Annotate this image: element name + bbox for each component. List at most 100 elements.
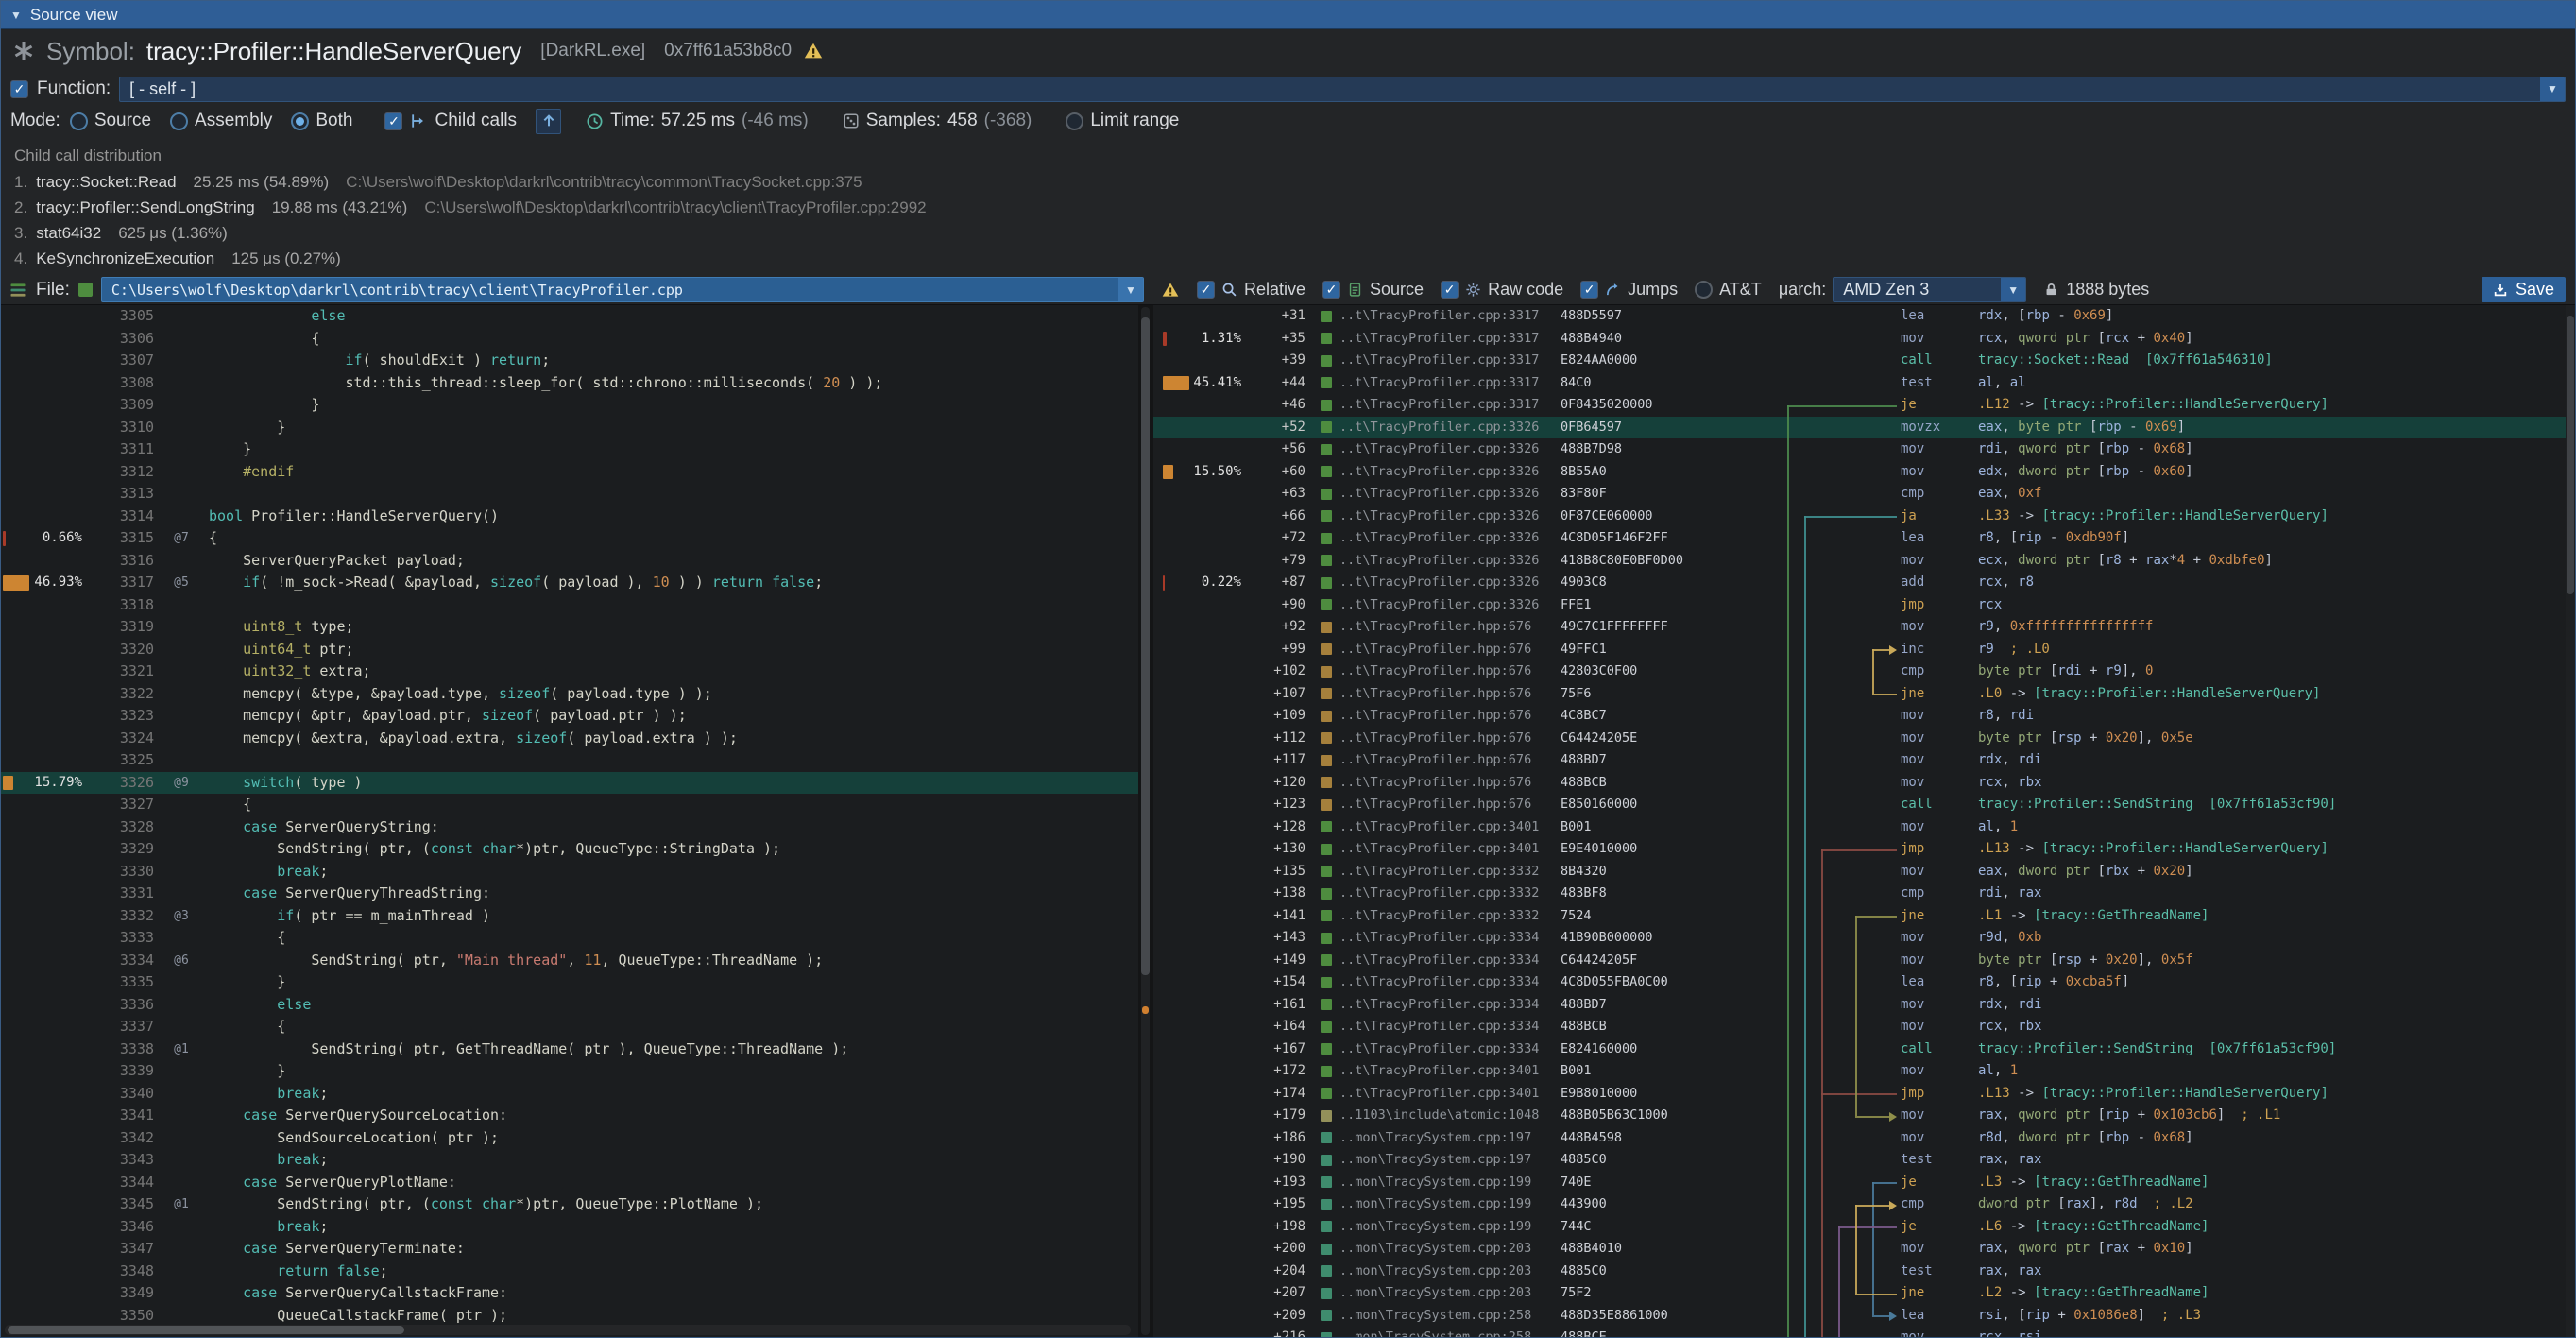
mode-option-source[interactable]: Source [70,111,151,131]
asm-row-102[interactable]: +102..t\TracyProfiler.hpp:67642803C0F00c… [1153,660,2566,683]
asm-row-35[interactable]: 1.31%+35..t\TracyProfiler.cpp:3317488B49… [1153,328,2566,351]
asm-row-164[interactable]: +164..t\TracyProfiler.cpp:3334488BCBmovr… [1153,1016,2566,1038]
asm-row-209[interactable]: +209..mon\TracySystem.cpp:258488D35E8861… [1153,1305,2566,1328]
source-line-3324[interactable]: 3324 memcpy( &extra, &payload.extra, siz… [1,728,1138,750]
asm-source-location[interactable]: ..t\TracyProfiler.cpp:3317 [1305,328,1561,351]
collapse-caret-icon[interactable]: ▼ [10,9,22,22]
asm-row-200[interactable]: +200..mon\TracySystem.cpp:203488B4010mov… [1153,1238,2566,1261]
vertical-scrollbar[interactable] [1141,307,1150,1335]
source-line-3316[interactable]: 3316 ServerQueryPacket payload; [1,550,1138,573]
assembly-scrollbar[interactable] [2566,305,2575,1337]
asm-source-location[interactable]: ..t\TracyProfiler.hpp:676 [1305,660,1561,683]
asm-row-135[interactable]: +135..t\TracyProfiler.cpp:33328B4320move… [1153,861,2566,883]
asm-row-109[interactable]: +109..t\TracyProfiler.hpp:6764C8BC7movr8… [1153,705,2566,728]
asm-source-location[interactable]: ..t\TracyProfiler.cpp:3326 [1305,461,1561,484]
source-line-3345[interactable]: 3345@1 SendString( ptr, (const char*)ptr… [1,1193,1138,1216]
asm-source-location[interactable]: ..t\TracyProfiler.hpp:676 [1305,683,1561,706]
asm-row-174[interactable]: +174..t\TracyProfiler.cpp:3401E9B8010000… [1153,1083,2566,1106]
asm-source-location[interactable]: ..t\TracyProfiler.hpp:676 [1305,772,1561,795]
asm-row-193[interactable]: +193..mon\TracySystem.cpp:199740Eje.L3 -… [1153,1172,2566,1194]
source-line-3320[interactable]: 3320 uint64_t ptr; [1,639,1138,661]
source-line-3305[interactable]: 3305 else [1,305,1138,328]
asm-row-112[interactable]: +112..t\TracyProfiler.hpp:676C64424205Em… [1153,728,2566,750]
asm-source-location[interactable]: ..mon\TracySystem.cpp:258 [1305,1305,1561,1328]
asm-source-location[interactable]: ..t\TracyProfiler.cpp:3317 [1305,372,1561,395]
asm-row-92[interactable]: +92..t\TracyProfiler.hpp:67649C7C1FFFFFF… [1153,616,2566,639]
file-select[interactable]: C:\Users\wolf\Desktop\darkrl\contrib\tra… [101,277,1144,302]
asm-row-39[interactable]: +39..t\TracyProfiler.cpp:3317E824AA0000c… [1153,350,2566,372]
asm-source-location[interactable]: ..t\TracyProfiler.cpp:3326 [1305,594,1561,617]
source-line-3341[interactable]: 3341 case ServerQuerySourceLocation: [1,1105,1138,1127]
source-line-3321[interactable]: 3321 uint32_t extra; [1,660,1138,683]
function-checkbox[interactable] [10,80,28,98]
asm-row-198[interactable]: +198..mon\TracySystem.cpp:199744Cje.L6 -… [1153,1216,2566,1239]
asm-source-location[interactable]: ..t\TracyProfiler.cpp:3326 [1305,417,1561,439]
asm-row-138[interactable]: +138..t\TracyProfiler.cpp:3332483BF8cmpr… [1153,883,2566,905]
source-line-3333[interactable]: 3333 { [1,927,1138,950]
source-line-3343[interactable]: 3343 break; [1,1149,1138,1172]
asm-row-120[interactable]: +120..t\TracyProfiler.hpp:676488BCBmovrc… [1153,772,2566,795]
source-line-3311[interactable]: 3311 } [1,438,1138,461]
file-list-icon[interactable] [9,281,27,300]
limit-range-toggle[interactable]: Limit range [1066,111,1179,131]
asm-source-location[interactable]: ..t\TracyProfiler.cpp:3326 [1305,572,1561,594]
asm-source-location[interactable]: ..t\TracyProfiler.hpp:676 [1305,728,1561,750]
source-line-3336[interactable]: 3336 else [1,994,1138,1017]
asm-source-location[interactable]: ..t\TracyProfiler.cpp:3332 [1305,861,1561,883]
asm-row-167[interactable]: +167..t\TracyProfiler.cpp:3334E824160000… [1153,1038,2566,1061]
asm-row-72[interactable]: +72..t\TracyProfiler.cpp:33264C8D05F146F… [1153,527,2566,550]
source-line-3326[interactable]: 15.79%3326@9 switch( type ) [1,772,1138,795]
function-select[interactable]: [ - self - ] ▼ [119,77,2566,102]
scrollbar-thumb[interactable] [2567,316,2574,594]
scrollbar-thumb[interactable] [8,1326,404,1334]
source-line-3344[interactable]: 3344 case ServerQueryPlotName: [1,1172,1138,1194]
relative-toggle[interactable]: Relative [1197,280,1305,300]
asm-row-87[interactable]: 0.22%+87..t\TracyProfiler.cpp:33264903C8… [1153,572,2566,594]
asm-source-location[interactable]: ..t\TracyProfiler.hpp:676 [1305,616,1561,639]
asm-row-216[interactable]: +216..mon\TracySystem.cpp:258488BCEmovrc… [1153,1327,2566,1337]
source-line-3338[interactable]: 3338@1 SendString( ptr, GetThreadName( p… [1,1038,1138,1061]
asm-source-location[interactable]: ..t\TracyProfiler.cpp:3334 [1305,971,1561,994]
asm-source-location[interactable]: ..t\TracyProfiler.cpp:3326 [1305,550,1561,573]
asm-row-117[interactable]: +117..t\TracyProfiler.hpp:676488BD7movrd… [1153,749,2566,772]
source-line-3308[interactable]: 3308 std::this_thread::sleep_for( std::c… [1,372,1138,395]
child-call-entry[interactable]: 1.tracy::Socket::Read25.25 ms (54.89%)C:… [14,169,2575,195]
raw-code-checkbox[interactable] [1441,281,1459,299]
asm-row-46[interactable]: +46..t\TracyProfiler.cpp:33170F843502000… [1153,394,2566,417]
source-line-3313[interactable]: 3313 [1,483,1138,506]
child-calls-toggle[interactable]: Child calls [384,111,517,131]
asm-row-190[interactable]: +190..mon\TracySystem.cpp:1974885C0testr… [1153,1149,2566,1172]
mode-option-both[interactable]: Both [291,111,352,131]
asm-row-172[interactable]: +172..t\TracyProfiler.cpp:3401B001moval,… [1153,1060,2566,1083]
asm-row-179[interactable]: +179..1103\include\atomic:1048488B05B63C… [1153,1105,2566,1127]
asm-row-186[interactable]: +186..mon\TracySystem.cpp:197448B4598mov… [1153,1127,2566,1150]
asm-source-location[interactable]: ..1103\include\atomic:1048 [1305,1105,1561,1127]
asm-source-location[interactable]: ..t\TracyProfiler.cpp:3334 [1305,994,1561,1017]
asm-source-location[interactable]: ..t\TracyProfiler.cpp:3326 [1305,506,1561,528]
source-line-3328[interactable]: 3328 case ServerQueryString: [1,816,1138,839]
asm-source-location[interactable]: ..mon\TracySystem.cpp:199 [1305,1193,1561,1216]
source-line-3346[interactable]: 3346 break; [1,1216,1138,1239]
scrollbar-thumb[interactable] [1141,317,1150,975]
asm-source-location[interactable]: ..t\TracyProfiler.cpp:3326 [1305,527,1561,550]
asm-source-location[interactable]: ..mon\TracySystem.cpp:197 [1305,1149,1561,1172]
asm-row-130[interactable]: +130..t\TracyProfiler.cpp:3401E9E4010000… [1153,838,2566,861]
source-line-3332[interactable]: 3332@3 if( ptr == m_mainThread ) [1,905,1138,928]
asm-row-99[interactable]: +99..t\TracyProfiler.hpp:67649FFC1incr9 … [1153,639,2566,661]
asm-source-location[interactable]: ..t\TracyProfiler.cpp:3401 [1305,838,1561,861]
asm-row-149[interactable]: +149..t\TracyProfiler.cpp:3334C64424205F… [1153,950,2566,972]
asm-source-location[interactable]: ..t\TracyProfiler.cpp:3334 [1305,927,1561,950]
horizontal-scrollbar[interactable] [5,1325,1131,1335]
asm-source-location[interactable]: ..t\TracyProfiler.cpp:3401 [1305,816,1561,839]
source-line-3306[interactable]: 3306 { [1,328,1138,351]
asm-row-52[interactable]: +52..t\TracyProfiler.cpp:33260FB64597mov… [1153,417,2566,439]
asm-row-143[interactable]: +143..t\TracyProfiler.cpp:333441B90B0000… [1153,927,2566,950]
source-line-3307[interactable]: 3307 if( shouldExit ) return; [1,350,1138,372]
asm-row-56[interactable]: +56..t\TracyProfiler.cpp:3326488B7D98mov… [1153,438,2566,461]
source-line-3315[interactable]: 0.66%3315@7{ [1,527,1138,550]
asm-source-location[interactable]: ..mon\TracySystem.cpp:199 [1305,1172,1561,1194]
source-line-3325[interactable]: 3325 [1,749,1138,772]
child-call-entry[interactable]: 2.tracy::Profiler::SendLongString19.88 m… [14,195,2575,220]
raw-code-toggle[interactable]: Raw code [1441,280,1563,300]
source-line-3322[interactable]: 3322 memcpy( &type, &payload.type, sizeo… [1,683,1138,706]
